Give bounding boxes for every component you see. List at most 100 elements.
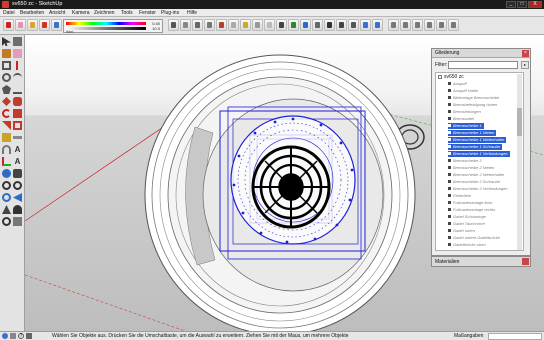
tree-item[interactable]: Bremsbefestigung hinten xyxy=(448,102,497,108)
previous-view-icon[interactable] xyxy=(360,19,371,31)
color-picker-panel[interactable]: 0.40 10.0 Wert xyxy=(63,19,163,34)
instructor-icon[interactable] xyxy=(26,333,32,339)
zoom-extents-icon[interactable] xyxy=(2,193,11,202)
select-arrow-icon[interactable] xyxy=(2,37,11,46)
select-tool-icon[interactable] xyxy=(168,19,179,31)
offset-tool-icon[interactable] xyxy=(228,19,239,31)
circle-tool-icon[interactable] xyxy=(204,19,215,31)
top-view-icon[interactable] xyxy=(400,19,411,31)
menu-bearbeiten[interactable]: Bearbeiten xyxy=(20,10,44,16)
tree-item[interactable]: Bildvorlage Bremsscheibe xyxy=(448,95,499,101)
zoom-icon[interactable] xyxy=(2,181,11,190)
tree-item[interactable]: Bremsleitungen xyxy=(448,109,481,115)
tree-item-selected[interactable]: Bremsscheibe 1 Schraube xyxy=(448,144,502,150)
scale-icon[interactable] xyxy=(2,121,11,130)
zoom-window-icon[interactable] xyxy=(13,181,22,190)
circle-icon[interactable] xyxy=(2,73,11,82)
3d-text-icon[interactable]: A xyxy=(13,157,22,166)
text-tool-icon[interactable] xyxy=(276,19,287,31)
materials-close-icon[interactable] xyxy=(522,258,529,265)
tree-item[interactable]: Bremsscheibe 2 Nieten xyxy=(448,165,494,171)
close-button[interactable]: X xyxy=(528,1,542,8)
zoom-tool-icon[interactable] xyxy=(324,19,335,31)
menu-tools[interactable]: Tools xyxy=(121,10,133,16)
tree-item[interactable]: Federbein xyxy=(448,193,471,199)
paint-icon[interactable] xyxy=(2,49,11,58)
polygon-icon[interactable] xyxy=(2,85,11,94)
rectangle-tool-icon[interactable] xyxy=(192,19,203,31)
filter-input[interactable] xyxy=(448,61,518,69)
rotate-icon[interactable] xyxy=(2,109,11,118)
menu-datei[interactable]: Datei xyxy=(3,10,15,16)
menu-kamera[interactable]: Kamera xyxy=(72,10,90,16)
iso-view-icon[interactable] xyxy=(388,19,399,31)
protractor-tool-icon[interactable] xyxy=(264,19,275,31)
eraser-icon[interactable] xyxy=(13,49,22,58)
help-icon[interactable]: ? xyxy=(18,333,24,339)
menu-ansicht[interactable]: Ansicht xyxy=(49,10,65,16)
rectangle-icon[interactable] xyxy=(2,61,11,70)
tape-measure-icon[interactable] xyxy=(240,19,251,31)
line-tool-icon[interactable] xyxy=(3,19,14,31)
tree-scrollbar[interactable] xyxy=(517,74,522,250)
next-view-icon[interactable] xyxy=(372,19,383,31)
tree-item[interactable]: Bremsscheibe 2 Nietenhalter xyxy=(448,172,504,178)
measurements-input[interactable] xyxy=(488,333,542,340)
tree-root[interactable]: sv650 zc xyxy=(438,74,464,80)
tree-item[interactable]: Bremsscheibe 2 Verbindungen xyxy=(448,186,508,192)
paint-bucket-icon[interactable] xyxy=(27,19,38,31)
component-icon[interactable] xyxy=(13,37,22,46)
tree-item[interactable]: Bremsscheibe 2 xyxy=(448,158,482,164)
tape-measure-icon[interactable] xyxy=(2,133,11,142)
tree-item-selected[interactable]: Bremsscheibe 1 Nieten xyxy=(448,130,497,136)
pushpull-icon[interactable] xyxy=(13,97,22,106)
tree-item[interactable]: Gabel unten xyxy=(448,228,475,234)
axes-icon[interactable] xyxy=(2,157,11,166)
section-plane-icon[interactable] xyxy=(13,217,22,226)
pushpull-tool-icon[interactable] xyxy=(216,19,227,31)
dimension-icon[interactable] xyxy=(13,136,22,139)
orbit-icon[interactable] xyxy=(2,169,11,178)
tree-item[interactable]: Auspuff Halter xyxy=(448,88,478,94)
outliner-close-icon[interactable]: × xyxy=(522,50,529,57)
axes-tool-icon[interactable] xyxy=(288,19,299,31)
make-component-icon[interactable] xyxy=(180,19,191,31)
menu-zeichnen[interactable]: Zeichnen xyxy=(94,10,115,16)
tree-item[interactable]: Fußrastenanlage rechts xyxy=(448,207,495,213)
look-around-icon[interactable] xyxy=(2,217,11,226)
tree-item[interactable]: Bremssattel xyxy=(448,116,474,122)
filter-options-icon[interactable]: ▸ xyxy=(521,61,529,69)
walk-icon[interactable] xyxy=(13,205,22,214)
orbit-tool-icon[interactable] xyxy=(300,19,311,31)
minimize-button[interactable]: _ xyxy=(506,1,516,8)
tree-item[interactable]: Gabelbrücke oben xyxy=(448,242,486,248)
protractor-icon[interactable] xyxy=(2,145,11,154)
value-gradient[interactable] xyxy=(66,27,146,30)
hue-gradient[interactable] xyxy=(66,22,146,25)
menu-plugins[interactable]: Plug-ins xyxy=(161,10,179,16)
eraser-tool-icon[interactable] xyxy=(15,19,26,31)
menu-fenster[interactable]: Fenster xyxy=(139,10,156,16)
tree-item[interactable]: Bremsscheibe 2 Schraube xyxy=(448,179,500,185)
previous-icon[interactable] xyxy=(13,193,22,202)
right-view-icon[interactable] xyxy=(424,19,435,31)
tree-item-selected[interactable]: Bremsscheibe 1 Verbindungen xyxy=(448,151,510,157)
freehand-icon[interactable] xyxy=(13,85,22,94)
zoom-window-icon[interactable] xyxy=(336,19,347,31)
geo-location-icon[interactable] xyxy=(2,333,8,339)
text-icon[interactable]: A xyxy=(13,145,22,154)
credits-icon[interactable] xyxy=(10,333,16,339)
tree-item[interactable]: Gabel Tauchrohre xyxy=(448,221,485,227)
tree-item-selected[interactable]: Bremsscheibe 1 Nietenhalter xyxy=(448,137,507,143)
pan-tool-icon[interactable] xyxy=(312,19,323,31)
maximize-button[interactable]: □ xyxy=(517,1,527,8)
left-view-icon[interactable] xyxy=(448,19,459,31)
tree-item[interactable]: Gabel Schutzringe xyxy=(448,214,486,220)
move-tool-icon[interactable] xyxy=(39,19,50,31)
zoom-extents-icon[interactable] xyxy=(348,19,359,31)
dimension-tool-icon[interactable] xyxy=(252,19,263,31)
arc-icon[interactable] xyxy=(13,73,22,82)
back-view-icon[interactable] xyxy=(436,19,447,31)
tree-item[interactable]: Auspuff xyxy=(448,81,467,87)
tree-item-selected[interactable]: Bremsscheibe 1 xyxy=(448,123,484,129)
